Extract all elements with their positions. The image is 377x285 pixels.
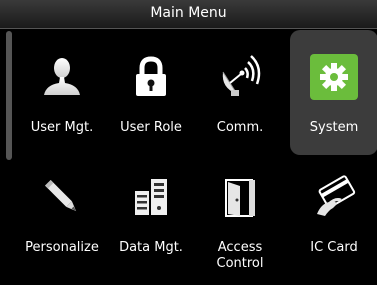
menu-item-label: Access — [217, 240, 263, 255]
menu-item-label: User Role — [120, 120, 182, 135]
menu-item-label: Data Mgt. — [119, 240, 183, 255]
menu-item-access-control[interactable]: Access Control — [196, 160, 284, 285]
menu-item-ic-card[interactable]: IC Card — [290, 160, 377, 285]
scrollbar[interactable] — [6, 31, 12, 160]
data-server-icon — [107, 172, 195, 222]
menu-item-label: Comm. — [216, 120, 264, 135]
menu-item-personalize[interactable]: Personalize — [18, 160, 106, 285]
menu-item-data-mgt[interactable]: Data Mgt. — [107, 160, 195, 285]
menu-item-user-role[interactable]: User Role — [107, 30, 195, 155]
menu-item-comm[interactable]: Comm. — [196, 30, 284, 155]
selected-icon-background — [310, 54, 358, 100]
ic-card-icon — [290, 172, 377, 222]
title-bar: Main Menu — [0, 0, 377, 29]
pencil-icon — [18, 172, 106, 222]
door-icon — [196, 172, 284, 222]
gear-icon — [290, 52, 377, 102]
menu-item-label: IC Card — [310, 240, 358, 255]
menu-item-label: User Mgt. — [30, 120, 94, 135]
menu-item-label: System — [309, 120, 359, 135]
menu-item-label: Personalize — [25, 240, 99, 255]
satellite-dish-icon — [196, 52, 284, 102]
menu-item-system[interactable]: System — [290, 30, 377, 155]
lock-icon — [107, 52, 195, 102]
page-title: Main Menu — [150, 5, 227, 21]
menu-item-label: Control — [216, 256, 264, 271]
user-icon — [18, 52, 106, 102]
menu-item-user-mgt[interactable]: User Mgt. — [18, 30, 106, 155]
